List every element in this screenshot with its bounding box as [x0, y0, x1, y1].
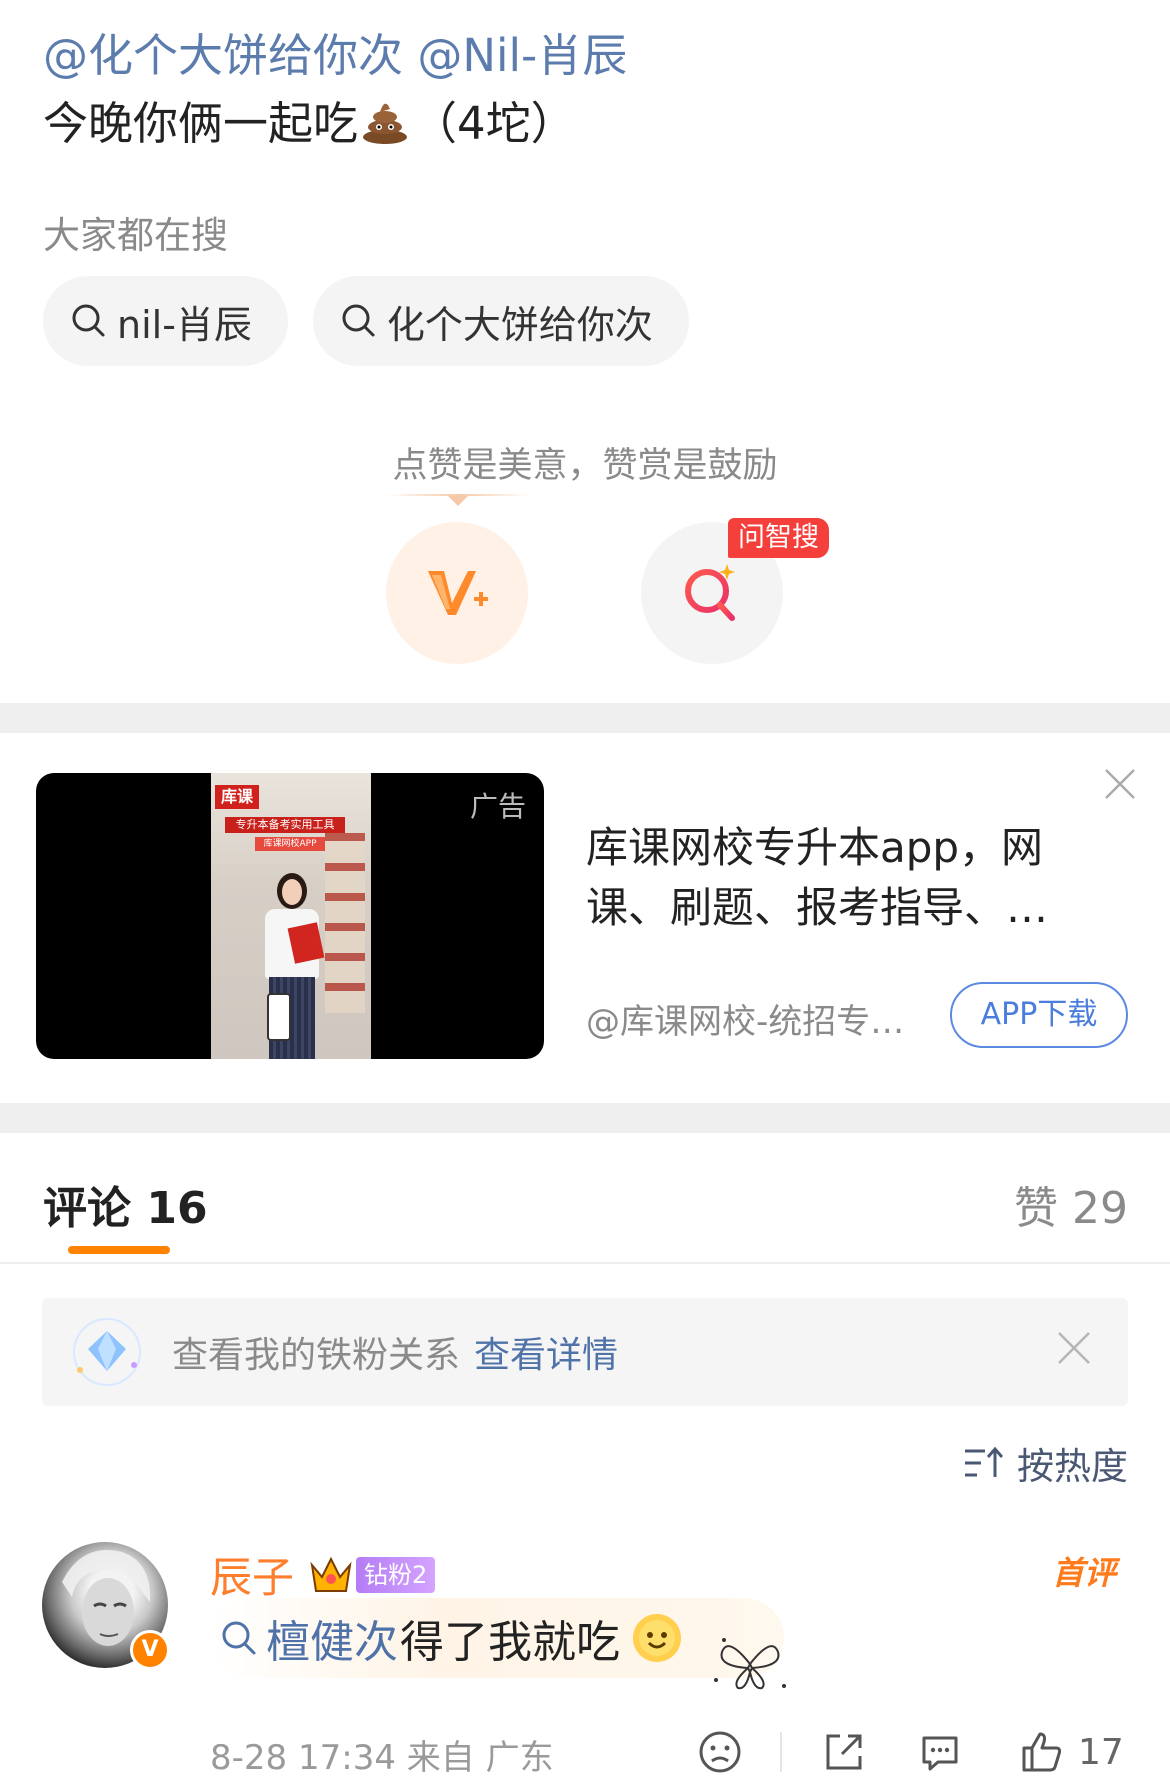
- zhisou-badge: 问智搜: [728, 518, 829, 558]
- section-divider: [0, 703, 1170, 733]
- ad-title-line: 库课网校专升本app，网: [586, 823, 1044, 872]
- tab-comments[interactable]: 评论 16: [43, 1172, 208, 1236]
- tab-likes-count: 29: [1072, 1183, 1128, 1234]
- ad-title-line: 课、刷题、报考指导、…: [586, 883, 1049, 932]
- tab-divider: [0, 1262, 1170, 1264]
- ad-tag: 广告: [469, 790, 526, 823]
- trending-chip[interactable]: 化个大饼给你次: [312, 276, 689, 366]
- ad-video-frame: 库课 专升本备考实用工具 库课网校APP: [211, 773, 371, 1059]
- fan-relation-bar: 查看我的铁粉关系 查看详情: [42, 1298, 1128, 1406]
- ad-close-button[interactable]: [1104, 768, 1136, 804]
- praise-pointer: [386, 494, 530, 506]
- search-icon: [72, 304, 105, 337]
- sort-icon: [965, 1446, 1003, 1477]
- comment-body: 檀健次 得了我就吃: [210, 1598, 784, 1678]
- share-button[interactable]: [822, 1730, 866, 1774]
- ad-video-logo: 库课: [215, 785, 259, 809]
- post-content: @化个大饼给你次 @Nil-肖辰 今晚你俩一起吃 （4坨）: [43, 22, 1133, 164]
- chip-label: nil-肖辰: [117, 302, 252, 347]
- sort-by-hot-button[interactable]: 按热度: [963, 1436, 1128, 1490]
- ad-source[interactable]: @库课网校-统招专…: [586, 994, 904, 1043]
- fan-relation-link[interactable]: 查看详情: [474, 1326, 618, 1378]
- like-count: 17: [1078, 1731, 1124, 1773]
- reply-button[interactable]: [918, 1730, 962, 1774]
- action-separator: [780, 1732, 782, 1772]
- post-text: 今晚你俩一起吃: [43, 97, 359, 150]
- mention-link[interactable]: @Nil-肖辰: [417, 29, 627, 82]
- mention-link[interactable]: @化个大饼给你次: [43, 29, 403, 82]
- first-comment-badge: 首评: [1052, 1554, 1117, 1592]
- post-body-line: 今晚你俩一起吃 （4坨）: [43, 90, 1133, 164]
- fan-bar-close-button[interactable]: [1056, 1330, 1092, 1370]
- comment-username[interactable]: 辰子: [210, 1544, 294, 1605]
- ad-title[interactable]: 库课网校专升本app，网 课、刷题、报考指导、…: [586, 818, 1126, 938]
- crown-icon: [310, 1556, 352, 1592]
- post-text: （4坨）: [412, 97, 576, 150]
- tab-likes-label: 赞: [1014, 1183, 1058, 1234]
- vplus-icon: [428, 571, 488, 615]
- poop-emoji-icon: [360, 95, 410, 164]
- praise-hint: 点赞是美意，赞赏是鼓励: [392, 446, 778, 486]
- smile-emoji-icon: [633, 1614, 681, 1662]
- comment-user-row: 辰子 钻粉2: [210, 1544, 436, 1605]
- trending-chip[interactable]: nil-肖辰: [43, 276, 288, 366]
- close-icon: [1105, 769, 1135, 799]
- ad-video-person: [257, 873, 327, 1059]
- comment-meta: 8-28 17:34 来自 广东: [210, 1730, 554, 1779]
- comment-actions: 17: [698, 1724, 1124, 1780]
- tab-likes[interactable]: 赞 29: [1014, 1172, 1128, 1236]
- verified-badge: V: [130, 1630, 170, 1670]
- ad-video-banner: 专升本备考实用工具: [225, 817, 345, 833]
- dislike-button[interactable]: [698, 1730, 742, 1774]
- search-icon: [222, 1621, 256, 1655]
- post-mentions-line: @化个大饼给你次 @Nil-肖辰: [43, 22, 1133, 90]
- comment-bubble-icon: [922, 1736, 958, 1771]
- thumbs-up-icon: [1022, 1732, 1062, 1772]
- reward-button[interactable]: [386, 522, 528, 664]
- ad-video-thumbnail[interactable]: 库课 专升本备考实用工具 库课网校APP 广告: [36, 773, 544, 1059]
- ai-search-icon: [685, 564, 735, 621]
- close-icon: [1058, 1332, 1090, 1364]
- frown-icon: [699, 1731, 741, 1773]
- search-icon: [342, 304, 375, 337]
- app-download-button[interactable]: APP下载: [950, 982, 1128, 1048]
- fan-level-badge: 钻粉2: [356, 1556, 436, 1593]
- trending-chips: nil-肖辰 化个大饼给你次: [43, 276, 689, 366]
- comment-text: 得了我就吃: [400, 1617, 620, 1668]
- sort-label: 按热度: [1017, 1445, 1128, 1488]
- diamond-icon: [73, 1318, 141, 1386]
- ad-video-banner: 库课网校APP: [255, 837, 325, 851]
- section-divider: [0, 1103, 1170, 1133]
- like-button[interactable]: 17: [1020, 1730, 1124, 1774]
- tab-comments-label: 评论: [43, 1183, 131, 1234]
- fan-relation-text: 查看我的铁粉关系: [172, 1335, 461, 1376]
- trending-title: 大家都在搜: [43, 214, 228, 257]
- comment-time: 8-28 17:34: [210, 1738, 396, 1778]
- comment-search-link[interactable]: 檀健次: [266, 1606, 398, 1670]
- butterfly-decoration-icon: [714, 1638, 786, 1690]
- ad-video-shelf: [325, 833, 365, 1013]
- tab-comments-count: 16: [146, 1183, 208, 1234]
- comment-location: 来自 广东: [406, 1738, 554, 1778]
- share-icon: [826, 1734, 862, 1770]
- chip-label: 化个大饼给你次: [386, 302, 653, 347]
- active-tab-indicator: [68, 1246, 170, 1254]
